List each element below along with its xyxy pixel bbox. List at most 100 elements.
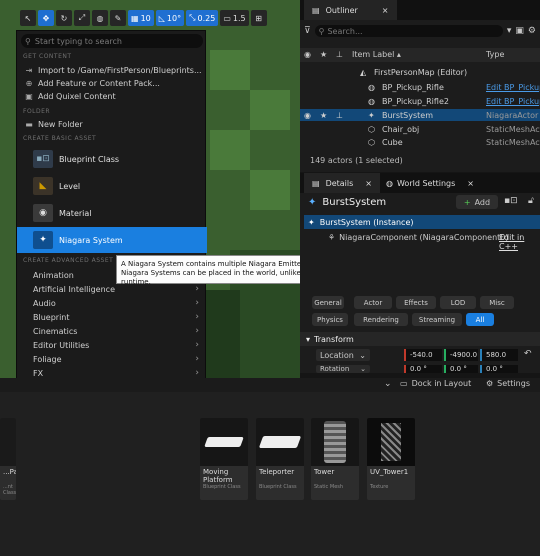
category-audio[interactable]: Audio › [17,296,207,310]
edit-cpp-link[interactable]: Edit in C++ [499,233,540,251]
details-tab-label: Details [325,178,354,188]
world-icon: ◍ [386,178,393,188]
outliner-row[interactable]: ⬡ Cube StaticMeshActor [300,136,540,148]
angle-snap-button[interactable]: ◺ 10° [155,10,185,26]
location-dropdown[interactable]: Location ⌄ [316,349,370,361]
mesh-icon: ⬡ [368,124,375,134]
filter-rendering[interactable]: Rendering [354,313,408,326]
star-icon[interactable]: ★ [320,50,327,59]
scale-icon[interactable]: ⤢ [74,10,90,26]
grid-snap-button[interactable]: ▦ 10 [128,10,154,26]
outliner-row[interactable]: ◍ BP_Pickup_Rifle2 Edit BP_Pickup [300,95,540,107]
transform-section[interactable]: ▾ Transform [300,332,540,346]
category-editor-utilities[interactable]: Editor Utilities › [17,338,207,352]
details-tab[interactable]: ▤ Details × [304,173,380,193]
close-icon[interactable]: × [365,179,372,188]
outliner-panel: ▤ Outliner × ⊽ ⚲ Search... ▾ ▣ ⚙ ◉ ★ ⊥ It… [300,0,540,172]
pin-icon[interactable]: ⊥ [336,50,343,59]
asset-tile[interactable]: Teleporter Blueprint Class [256,418,304,500]
filter-physics[interactable]: Physics [312,313,348,326]
rotation-dropdown[interactable]: Rotation ⌄ [316,365,370,373]
settings-button[interactable]: ⚙ Settings [486,379,530,388]
outliner-tab[interactable]: ▤ Outliner × [304,0,397,20]
details-panel: ▤ Details × ◍ World Settings × ✦ BurstSystem … [300,173,540,373]
select-arrow-icon[interactable]: ↖ [20,10,36,26]
surface-snap-icon[interactable]: ✎ [110,10,126,26]
level-item[interactable]: ◣ Level [17,173,207,199]
filter-streaming[interactable]: Streaming [412,313,462,326]
close-icon[interactable]: × [382,6,389,15]
asset-tile[interactable]: Moving Platform Blueprint Class [200,418,248,500]
add-component-button[interactable]: + Add [456,195,498,209]
outliner-row[interactable]: ⬡ Chair_obj StaticMeshActor [300,123,540,135]
category-blueprint[interactable]: Blueprint › [17,310,207,324]
visibility-icon[interactable]: ◉ [304,50,311,59]
outliner-row[interactable]: ◭ FirstPersonMap (Editor) [300,66,540,78]
section-advanced-asset: CREATE ADVANCED ASSET [23,257,114,264]
star-icon[interactable]: ★ [320,111,327,120]
filter-icon[interactable]: ⊽ [304,26,311,36]
category-label: Editor Utilities [33,340,90,350]
visibility-icon[interactable]: ◉ [304,111,311,120]
niagara-system-item[interactable]: ✦ Niagara System [17,227,207,253]
menu-search-input[interactable]: ⚲ Start typing to search [21,34,203,48]
angle-snap-icon: ◺ [158,13,165,23]
blueprint-class-item[interactable]: ▪⊡ Blueprint Class [17,146,207,172]
filter-lod[interactable]: LOD [440,296,476,309]
platform-shape [204,437,244,447]
asset-tile[interactable]: UV_Tower1 Texture [367,418,415,500]
rotation-z[interactable]: 0.0 ° [480,365,518,373]
add-quixel-item[interactable]: ▣ Add Quixel Content [25,90,205,103]
new-folder-item[interactable]: ▬ New Folder [25,118,205,131]
outliner-row[interactable]: ◍ BP_Pickup_Rifle Edit BP_Pickup [300,81,540,93]
add-feature-item[interactable]: ⊕ Add Feature or Content Pack... [25,77,205,90]
actor-name-row: ✦ BurstSystem [308,197,386,208]
filter-actor[interactable]: Actor [354,296,392,309]
filter-misc[interactable]: Misc [480,296,514,309]
rotation-x[interactable]: 0.0 ° [404,365,442,373]
filter-effects[interactable]: Effects [396,296,436,309]
globe-icon[interactable]: ◍ [92,10,108,26]
add-folder-icon[interactable]: ▣ [515,26,524,36]
component-row[interactable]: ⚘ NiagaraComponent (NiagaraComponent0) [328,233,509,242]
row-type-link[interactable]: Edit BP_Pickup [486,97,540,106]
dock-in-layout-button[interactable]: ▭ Dock in Layout [400,379,471,388]
instance-row[interactable]: ✦ BurstSystem (Instance) [304,215,540,229]
blueprint-icon[interactable]: ▪⊡ [504,196,518,206]
import-item[interactable]: ⇥ Import to /Game/FirstPerson/Blueprints.… [25,64,205,77]
material-item[interactable]: ◉ Material [17,200,207,226]
filter-all[interactable]: All [466,313,494,326]
rotate-icon[interactable]: ↻ [56,10,72,26]
filter-general[interactable]: General [312,296,344,309]
location-x[interactable]: -540.0 [404,349,442,361]
asset-tile[interactable]: Tower Static Mesh [311,418,359,500]
chevron-down-icon[interactable]: ⌄ [384,379,392,389]
row-label: BP_Pickup_Rifle2 [382,96,449,106]
chevron-right-icon: › [195,368,199,378]
category-foliage[interactable]: Foliage › [17,352,207,366]
niagara-icon: ✦ [308,217,315,227]
maximize-icon[interactable]: ⊞ [250,10,267,26]
camera-speed-button[interactable]: ▭ 1.5 [220,10,249,26]
outliner-row-selected[interactable]: ◉ ★ ⊥ ✦ BurstSystem NiagaraActor [300,109,540,121]
location-z[interactable]: 580.0 [480,349,518,361]
settings-label: Settings [497,379,530,388]
col-type[interactable]: Type [486,50,504,59]
reset-icon[interactable]: ↶ [524,349,532,359]
scale-snap-button[interactable]: ⤡ 0.25 [186,10,219,26]
gear-icon[interactable]: ⚙ [528,26,536,36]
rotation-y[interactable]: 0.0 ° [444,365,478,373]
pin-icon[interactable]: ⊥ [336,111,343,120]
col-item-label[interactable]: Item Label ▴ [352,50,401,59]
close-icon[interactable]: × [467,179,474,188]
translate-icon[interactable]: ✥ [38,10,54,26]
section-get-content: GET CONTENT [23,53,72,60]
outliner-search-input[interactable]: ⚲ Search... [314,25,503,37]
lock-icon[interactable]: 🔓︎ [528,196,534,206]
category-cinematics[interactable]: Cinematics › [17,324,207,338]
world-settings-tab[interactable]: ◍ World Settings × [386,179,474,188]
location-y[interactable]: -4900.0 [444,349,478,361]
chevron-down-icon[interactable]: ▾ [507,26,512,36]
row-type-link[interactable]: Edit BP_Pickup [486,83,540,92]
asset-tile[interactable]: ...Pad ...nt Class [0,418,16,500]
